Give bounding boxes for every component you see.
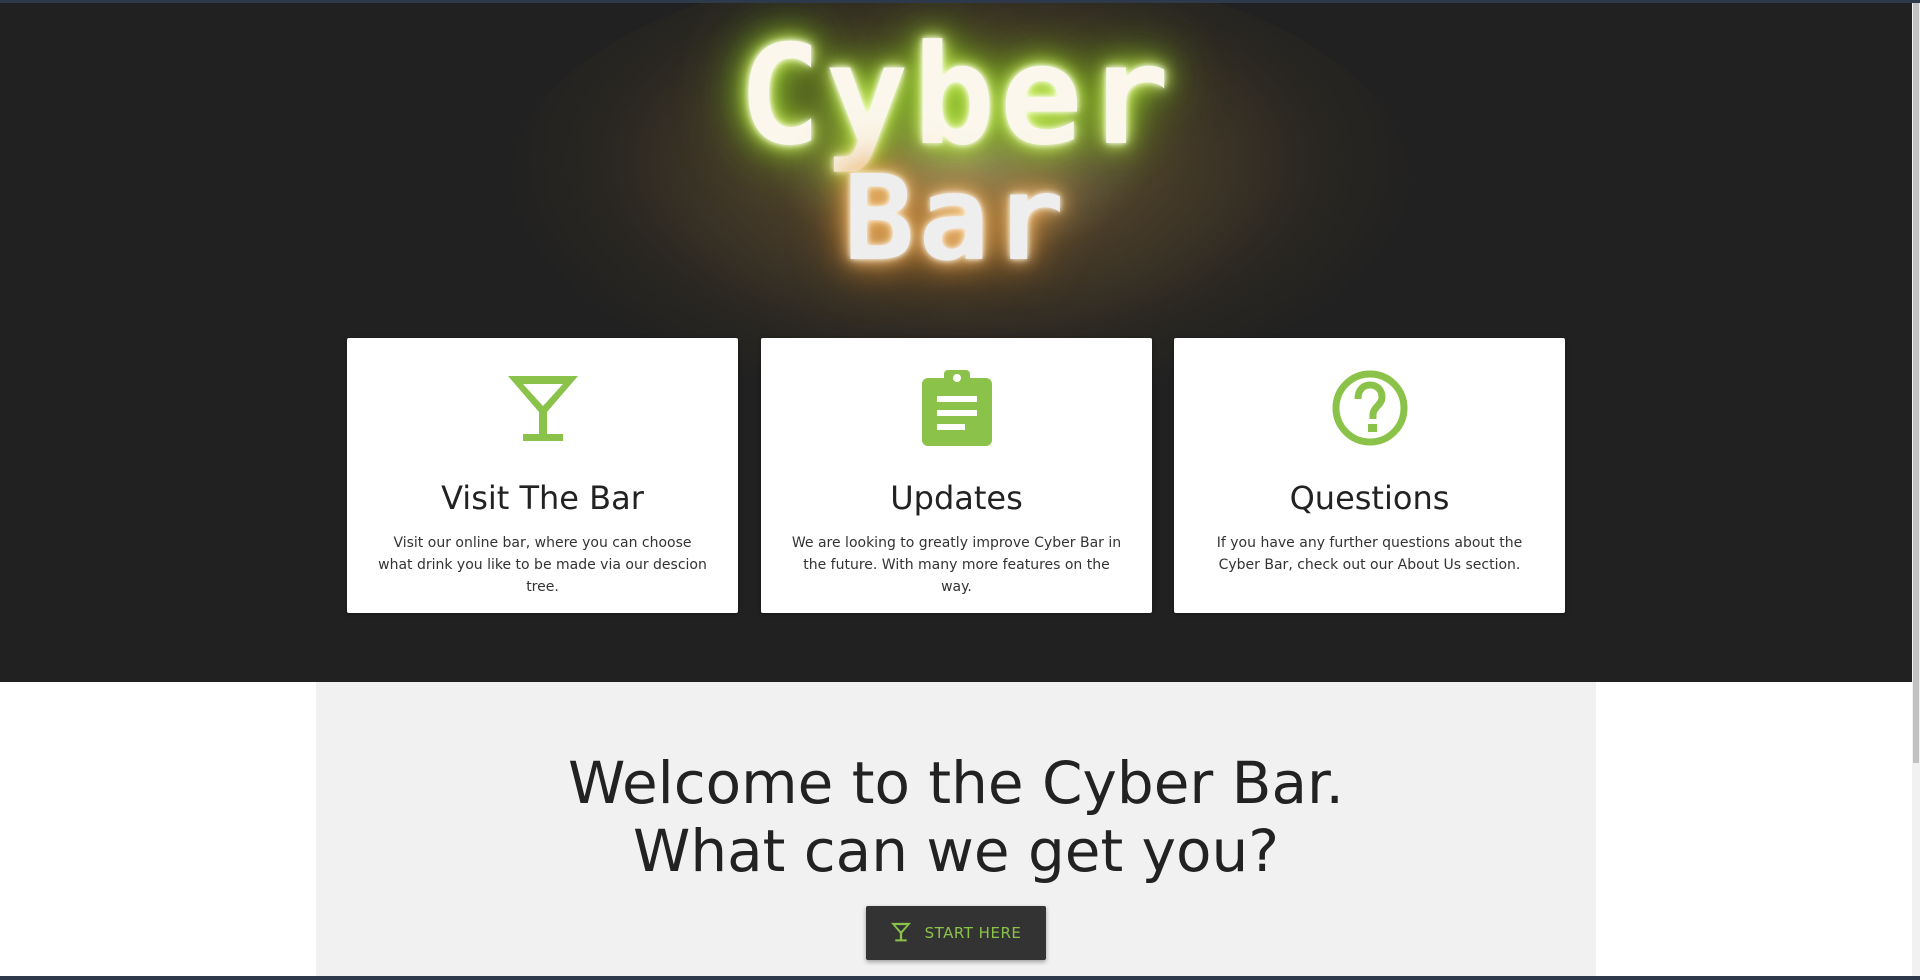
cocktail-glass-icon	[347, 368, 738, 448]
start-here-button[interactable]: START HERE	[866, 906, 1046, 960]
card-visit-the-bar[interactable]: Visit The Bar Visit our online bar, wher…	[347, 338, 738, 613]
card-title: Updates	[890, 479, 1023, 517]
start-here-label: START HERE	[924, 924, 1022, 942]
card-questions[interactable]: Questions If you have any further questi…	[1174, 338, 1565, 613]
card-title: Visit The Bar	[441, 479, 644, 517]
vertical-scrollbar[interactable]	[1912, 3, 1920, 980]
clipboard-list-icon	[761, 368, 1152, 448]
welcome-heading-line2: What can we get you?	[632, 817, 1280, 885]
welcome-heading-line1: Welcome to the Cyber Bar.	[568, 749, 1344, 817]
page: Cyber Bar Visit The Bar Visit our online…	[0, 0, 1920, 980]
card-description: If you have any further questions about …	[1216, 535, 1523, 573]
question-circle-icon	[1174, 368, 1565, 448]
card-description: Visit our online bar, where you can choo…	[378, 535, 707, 595]
scrollbar-thumb[interactable]	[1913, 3, 1919, 763]
card-title: Questions	[1289, 479, 1450, 517]
logo-text-bar: Bar	[843, 149, 1069, 287]
card-updates[interactable]: Updates We are looking to greatly improv…	[761, 338, 1152, 613]
hero-section: Cyber Bar Visit The Bar Visit our online…	[0, 3, 1912, 682]
welcome-section: Welcome to the Cyber Bar. What can we ge…	[316, 682, 1596, 980]
cocktail-glass-icon	[890, 922, 911, 945]
window-bottom-border	[0, 976, 1920, 980]
card-description: We are looking to greatly improve Cyber …	[791, 535, 1122, 595]
